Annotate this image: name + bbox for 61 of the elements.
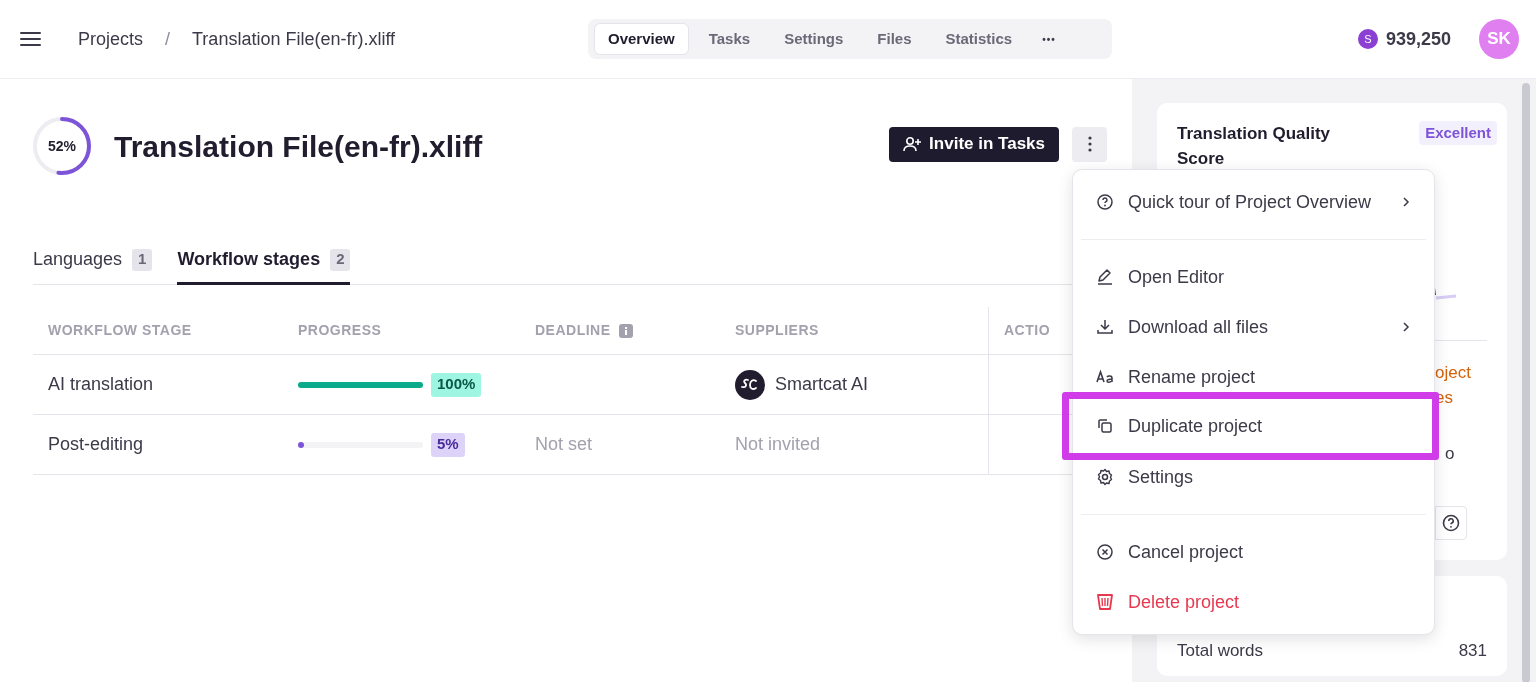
stat-value: 831	[1458, 640, 1487, 662]
section-tab[interactable]: Workflow stages 2	[177, 237, 351, 285]
deadline-text: Not set	[535, 434, 593, 454]
supplier-status: Not invited	[735, 433, 821, 456]
menu-item[interactable]: Quick tour of Project Overview	[1073, 187, 1434, 217]
menu-item[interactable]: Cancel project	[1073, 537, 1434, 567]
chevron-right-icon	[1401, 321, 1411, 333]
quality-badge: Excellent	[1419, 121, 1497, 145]
supplier-name: Smartcat AI	[775, 373, 869, 396]
trash-icon	[1096, 593, 1114, 611]
vertical-dots-icon	[1087, 136, 1092, 152]
download-icon	[1096, 318, 1114, 336]
warning-text-fragment: oject	[1435, 362, 1471, 384]
text-icon	[1096, 368, 1114, 386]
menu-item[interactable]: Delete project	[1073, 587, 1434, 617]
info-icon	[618, 323, 633, 338]
count-badge: 2	[330, 248, 351, 271]
nav-tab[interactable]: Files	[863, 23, 926, 55]
menu-item[interactable]: Download all files	[1073, 312, 1434, 342]
chevron-right-icon	[1401, 196, 1411, 208]
help-icon	[1442, 514, 1460, 532]
stat-label: Total words	[1177, 640, 1263, 662]
percent-badge: 5%	[431, 432, 465, 457]
help-icon	[1096, 193, 1114, 211]
table-cell-text: AI translation	[47, 373, 155, 396]
column-header: SUPPLIERS	[735, 321, 819, 340]
card-title: Translation Quality Score	[1177, 123, 1332, 170]
menu-item[interactable]: Settings	[1073, 462, 1434, 492]
percent-badge: 100%	[431, 372, 482, 397]
menu-item[interactable]: Duplicate project	[1062, 392, 1439, 460]
balance: 939,250	[1385, 27, 1451, 51]
help-button[interactable]	[1435, 506, 1467, 540]
section-tab[interactable]: Languages 1	[33, 237, 153, 285]
copy-icon	[1096, 417, 1114, 435]
nav-tab[interactable]: Statistics	[931, 23, 1027, 55]
project-title: Translation File(en-fr).xliff	[114, 128, 483, 165]
menu-item[interactable]: Open Editor	[1073, 262, 1434, 292]
menu-icon[interactable]	[20, 31, 41, 47]
breadcrumb[interactable]: Projects	[78, 25, 144, 53]
table-cell-text: Post-editing	[47, 433, 145, 456]
nav-tab[interactable]: Settings	[770, 23, 858, 55]
more-tabs-button[interactable]: •••	[1032, 23, 1066, 55]
column-header: PROGRESS	[298, 321, 382, 340]
nav-tab[interactable]: Overview	[594, 23, 689, 55]
add-person-icon	[903, 136, 922, 152]
menu-item[interactable]: Rename project	[1073, 362, 1434, 392]
count-badge: 1	[132, 248, 153, 271]
pencil-icon	[1096, 268, 1114, 286]
settings-icon	[1096, 468, 1114, 486]
card-note-fragment: o	[1445, 443, 1455, 465]
column-header: ACTIO	[1004, 321, 1051, 340]
nav-tab[interactable]: Tasks	[694, 23, 765, 55]
coin-icon: S	[1357, 29, 1378, 49]
breadcrumb-separator: /	[165, 27, 171, 51]
progress-ring: 52%	[33, 117, 91, 175]
invite-button[interactable]: Invite in Tasks	[889, 126, 1059, 162]
column-header: DEADLINE	[535, 321, 611, 340]
cancel-icon	[1096, 543, 1114, 561]
column-header: WORKFLOW STAGE	[48, 321, 192, 340]
supplier-logo-icon	[735, 369, 765, 400]
breadcrumb[interactable]: Translation File(en-fr).xliff	[192, 25, 396, 53]
